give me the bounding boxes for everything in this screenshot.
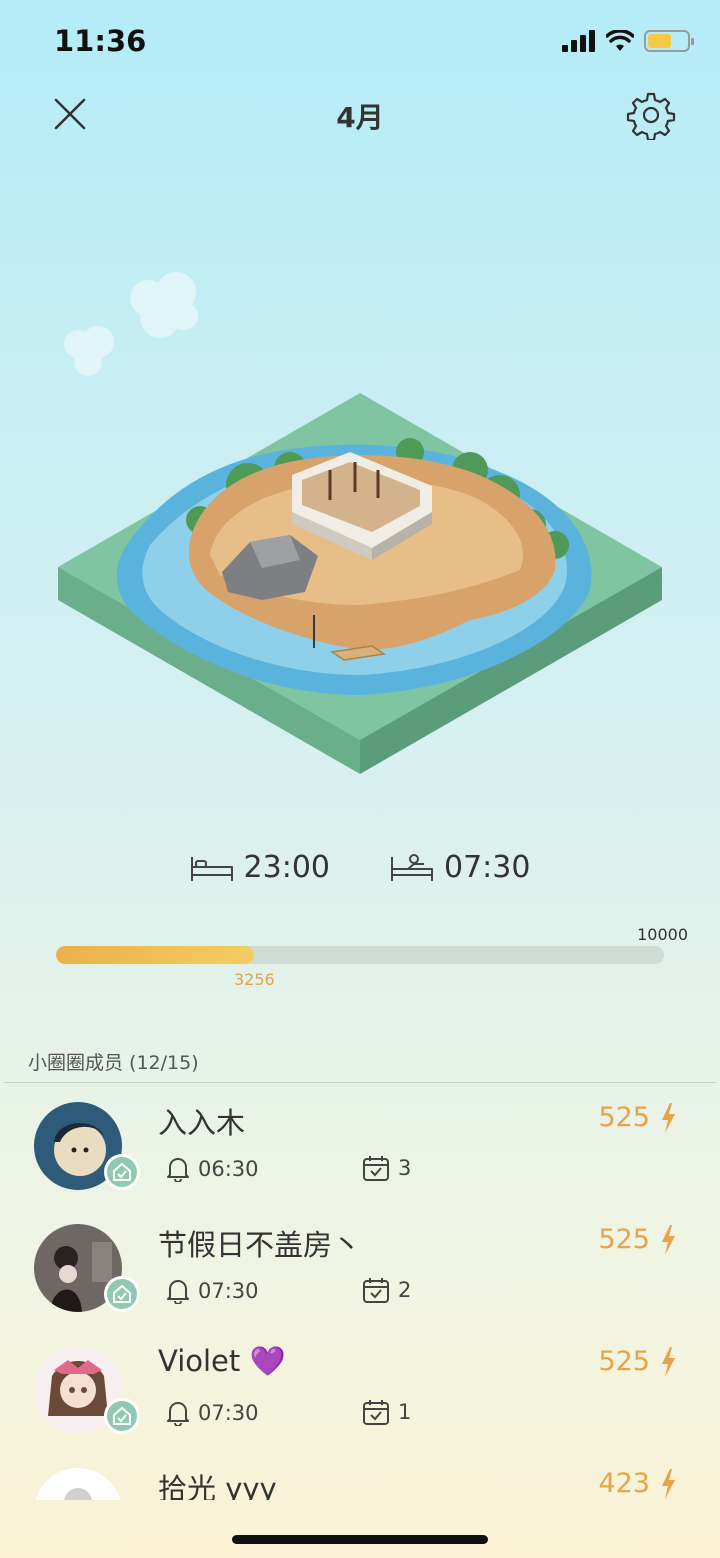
lightning-icon (662, 1102, 675, 1133)
member-alarm: 06:30 (166, 1156, 259, 1182)
member-name: 拾光 yyy (158, 1472, 277, 1500)
wake-up-icon (391, 853, 433, 881)
cellular-signal-icon (562, 30, 595, 52)
bell-icon (167, 1402, 189, 1426)
member-score: 423 (598, 1468, 676, 1499)
member-alarm: 07:30 (166, 1278, 259, 1304)
page-title: 4月 (336, 101, 384, 134)
verified-badge-icon (104, 1276, 140, 1312)
member-item[interactable]: 拾光 yyy 423 (0, 1462, 720, 1500)
bed-icon (190, 856, 233, 881)
wifi-icon (606, 30, 634, 51)
top-nav: 4月 (0, 86, 720, 146)
progress-current: 3256 (233, 970, 275, 989)
calendar-check-icon (363, 1156, 389, 1181)
member-list: 入入木 06:30 3 525 节假日不盖房丶 07:30 2 525 Viol… (0, 1096, 720, 1500)
member-name: 节假日不盖房丶 (158, 1228, 362, 1262)
status-time: 11:36 (54, 24, 147, 58)
lightning-icon (662, 1468, 675, 1499)
status-bar: 11:36 (0, 0, 720, 86)
member-name: Violet 💜 (158, 1344, 286, 1378)
checkin-count: 3 (398, 1156, 412, 1180)
lightning-icon (662, 1224, 675, 1255)
score-value: 423 (598, 1468, 650, 1499)
members-header: 小圈圈成员 (12/15) (28, 1052, 199, 1074)
gear-icon[interactable] (626, 90, 676, 140)
member-checkins: 1 (362, 1398, 411, 1426)
progress-max: 10000 (637, 925, 688, 944)
member-name: 入入木 (158, 1106, 246, 1140)
alarm-time: 07:30 (198, 1401, 259, 1425)
member-score: 525 (598, 1224, 676, 1255)
bedtime: 23:00 (190, 850, 330, 885)
divider (4, 1082, 716, 1083)
cloud-decoration (64, 272, 198, 376)
checkin-count: 2 (398, 1278, 412, 1302)
avatar[interactable] (34, 1468, 122, 1500)
alarm-time: 06:30 (198, 1157, 259, 1181)
calendar-check-icon (363, 1278, 389, 1303)
bell-icon (167, 1158, 189, 1182)
progress-fill (56, 946, 254, 964)
score-value: 525 (598, 1346, 650, 1377)
calendar-check-icon (363, 1400, 389, 1425)
member-score: 525 (598, 1346, 676, 1377)
member-item[interactable]: 入入木 06:30 3 525 (0, 1096, 720, 1218)
member-item[interactable]: Violet 💜 07:30 1 525 (0, 1340, 720, 1462)
island-illustration (58, 272, 662, 774)
status-icons (562, 30, 694, 52)
home-indicator (232, 1535, 488, 1544)
wake-time-value: 07:30 (444, 850, 531, 885)
battery-icon (644, 30, 694, 52)
bedtime-value: 23:00 (243, 850, 330, 885)
lightning-icon (662, 1346, 675, 1377)
member-checkins: 2 (362, 1276, 411, 1304)
member-score: 525 (598, 1102, 676, 1133)
score-value: 525 (598, 1224, 650, 1255)
member-alarm: 07:30 (166, 1400, 259, 1426)
progress-bar (56, 946, 664, 964)
alarm-time: 07:30 (198, 1279, 259, 1303)
verified-badge-icon (104, 1398, 140, 1434)
sleep-schedule: 23:00 07:30 (0, 850, 720, 885)
member-checkins: 3 (362, 1154, 411, 1182)
checkin-count: 1 (398, 1400, 412, 1424)
verified-badge-icon (104, 1154, 140, 1190)
wake-time: 07:30 (390, 850, 530, 885)
member-item[interactable]: 节假日不盖房丶 07:30 2 525 (0, 1218, 720, 1340)
bell-icon (167, 1280, 189, 1304)
score-value: 525 (598, 1102, 650, 1133)
